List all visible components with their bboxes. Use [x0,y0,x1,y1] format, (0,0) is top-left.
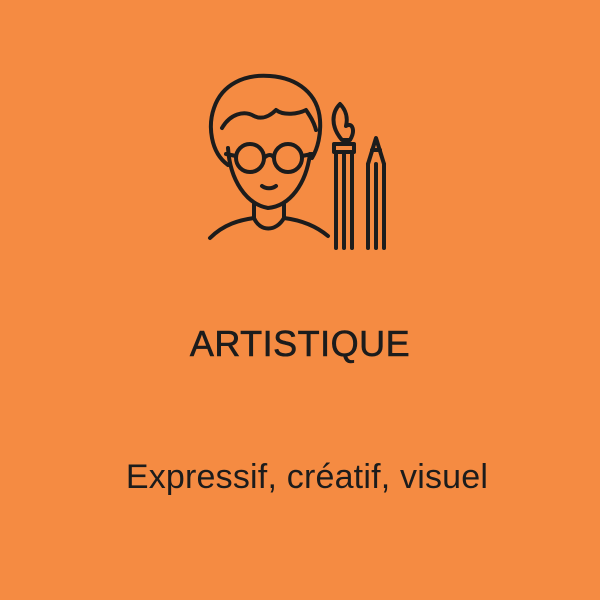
card-title: ARTISTIQUE [189,323,411,365]
card-description: Expressif, créatif, visuel [125,458,489,496]
artist-icon [200,70,400,260]
artistic-card: ARTISTIQUE Expressif, créatif, visuel [0,0,600,600]
